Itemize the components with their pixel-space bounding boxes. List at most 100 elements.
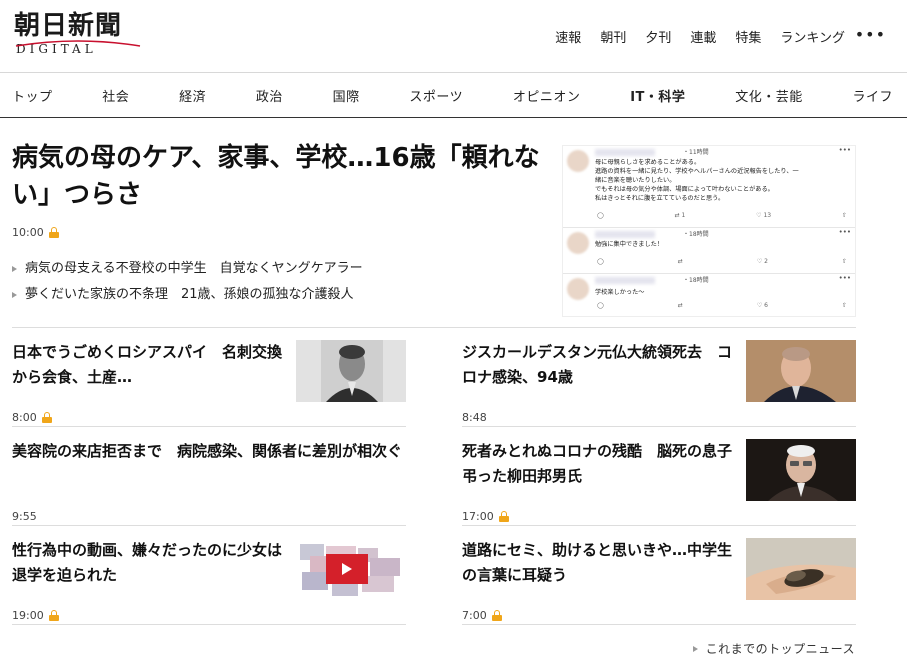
bullet-triangle-icon: [12, 292, 17, 298]
like-icon: ♡ 6: [756, 302, 768, 309]
article-divider: [12, 525, 406, 526]
section-divider: [12, 327, 856, 328]
nav-divider: [0, 117, 907, 118]
video-collage-icon: [296, 538, 406, 600]
more-top-news-link[interactable]: これまでのトップニュース: [692, 640, 855, 657]
related-link-text: 病気の母支える不登校の中学生 自覚なくヤングケアラー: [25, 261, 363, 276]
article-divider: [462, 624, 856, 625]
lock-icon: [491, 610, 502, 621]
more-horizontal-icon[interactable]: •••: [855, 27, 886, 43]
top-link-series[interactable]: 連載: [690, 27, 716, 46]
article-timestamp: 9:55: [12, 510, 37, 523]
article-title: 道路にセミ、助けると思いきや…中学生の言葉に耳疑う: [462, 541, 733, 584]
article-card[interactable]: ジスカールデスタン元仏大統領死去 コロナ感染、94歳 8:48: [462, 340, 856, 426]
retweet-icon: ⇄ 1: [674, 212, 686, 219]
logo-main-text: 朝日新聞: [14, 11, 123, 41]
top-link-ranking[interactable]: ランキング: [780, 27, 845, 46]
article-thumbnail: [746, 340, 856, 402]
portrait-photo-icon: [746, 439, 856, 501]
lock-icon: [48, 227, 59, 238]
article-card[interactable]: 美容院の来店拒否まで 病院感染、関係者に差別が相次ぐ 9:55: [12, 439, 406, 525]
tweet-actions: ◯ ⇄ 1 ♡ 13 ⇧: [597, 212, 847, 219]
article-time-text: 8:48: [462, 411, 487, 424]
retweet-icon: ⇄: [677, 302, 683, 309]
category-nav: トップ 社会 経済 政治 国際 スポーツ オピニオン IT・科学 文化・芸能 ラ…: [0, 73, 907, 117]
tweet: ・18時間 ••• 学校楽しかった〜 ◯ ⇄ ♡ 6 ⇧: [563, 274, 855, 316]
article-thumbnail: [296, 538, 406, 600]
nav-item-international[interactable]: 国際: [333, 86, 360, 105]
article-timestamp: 8:48: [462, 411, 487, 424]
cicada-photo-icon: [746, 538, 856, 600]
related-link[interactable]: 病気の母支える不登校の中学生 自覚なくヤングケアラー: [12, 256, 363, 282]
article-divider: [462, 525, 856, 526]
share-icon: ⇧: [841, 212, 847, 219]
more-top-news-text: これまでのトップニュース: [705, 642, 855, 656]
lead-time-text: 10:00: [12, 226, 44, 239]
tweet-actions: ◯ ⇄ ♡ 2 ⇧: [597, 258, 847, 265]
bullet-triangle-icon: [692, 645, 698, 652]
tweet-time: ・11時間: [683, 149, 709, 156]
tweet-actions: ◯ ⇄ ♡ 6 ⇧: [597, 302, 847, 309]
article-title: 美容院の来店拒否まで 病院感染、関係者に差別が相次ぐ: [12, 442, 403, 460]
article-timestamp: 19:00: [12, 609, 59, 622]
lead-image-tweets[interactable]: ・11時間 ••• 母に母親らしさを求めることがある。 進路の資料を一緒に見たり…: [562, 145, 856, 317]
article-thumbnail: [746, 439, 856, 501]
nav-item-society[interactable]: 社会: [102, 86, 129, 105]
article-title: ジスカールデスタン元仏大統領死去 コロナ感染、94歳: [462, 343, 733, 386]
portrait-photo-icon: [296, 340, 406, 402]
article-card[interactable]: 日本でうごめくロシアスパイ 名刺交換から会食、土産… 8:00: [12, 340, 406, 426]
nav-item-life[interactable]: ライフ: [852, 86, 893, 105]
article-thumbnail: [296, 340, 406, 402]
lead-timestamp: 10:00: [12, 226, 59, 239]
nav-item-economy[interactable]: 経済: [179, 86, 206, 105]
like-icon: ♡ 13: [756, 212, 772, 219]
lock-icon: [498, 511, 509, 522]
article-divider: [462, 426, 856, 427]
site-logo[interactable]: 朝日新聞 DIGITAL: [14, 12, 142, 58]
article-card[interactable]: 死者みとれぬコロナの残酷 脳死の息子弔った柳田邦男氏 17:00: [462, 439, 856, 525]
article-time-text: 9:55: [12, 510, 37, 523]
article-timestamp: 7:00: [462, 609, 502, 622]
blurred-username: [595, 149, 655, 156]
lead-headline[interactable]: 病気の母のケア、家事、学校…16歳「頼れない」つらさ: [12, 140, 552, 214]
like-count: 2: [764, 258, 768, 265]
avatar: [567, 232, 589, 254]
article-title: 性行為中の動画、嫌々だったのに少女は退学を迫られた: [12, 541, 283, 584]
top-link-features[interactable]: 特集: [735, 27, 761, 46]
nav-item-it-science[interactable]: IT・科学: [630, 86, 685, 105]
article-divider: [12, 426, 406, 427]
tweet-time: ・18時間: [683, 231, 709, 238]
nav-item-opinion[interactable]: オピニオン: [513, 86, 581, 105]
article-card[interactable]: 性行為中の動画、嫌々だったのに少女は退学を迫られた 19:00: [12, 538, 406, 624]
lock-icon: [48, 610, 59, 621]
top-link-breaking[interactable]: 速報: [555, 27, 581, 46]
top-link-morning[interactable]: 朝刊: [600, 27, 626, 46]
nav-item-sports[interactable]: スポーツ: [409, 86, 463, 105]
like-count: 6: [764, 302, 768, 309]
blurred-username: [595, 277, 655, 284]
retweet-icon: ⇄: [677, 258, 683, 265]
nav-item-top[interactable]: トップ: [12, 86, 53, 105]
tweet-text: 勉強に集中できました！: [595, 241, 664, 248]
like-count: 13: [763, 212, 772, 219]
related-link-text: 夢くだいた家族の不条理 21歳、孫娘の孤独な介護殺人: [25, 287, 354, 302]
top-links: 速報 朝刊 夕刊 連載 特集 ランキング: [536, 27, 845, 46]
tweet-menu-icon: •••: [838, 274, 851, 282]
reply-icon: ◯: [597, 302, 604, 309]
nav-item-politics[interactable]: 政治: [256, 86, 283, 105]
related-link[interactable]: 夢くだいた家族の不条理 21歳、孫娘の孤独な介護殺人: [12, 282, 363, 308]
tweet-text: 母に母親らしさを求めることがある。 進路の資料を一緒に見たり、学校やヘルパーさん…: [595, 159, 799, 202]
article-card[interactable]: 道路にセミ、助けると思いきや…中学生の言葉に耳疑う 7:00: [462, 538, 856, 624]
article-title: 死者みとれぬコロナの残酷 脳死の息子弔った柳田邦男氏: [462, 442, 733, 485]
tweet-menu-icon: •••: [838, 146, 851, 154]
article-time-text: 7:00: [462, 609, 487, 622]
avatar: [567, 278, 589, 300]
share-icon: ⇧: [841, 302, 847, 309]
top-link-evening[interactable]: 夕刊: [645, 27, 671, 46]
bullet-triangle-icon: [12, 266, 17, 272]
tweet: ・18時間 ••• 勉強に集中できました！ ◯ ⇄ ♡ 2 ⇧: [563, 228, 855, 274]
blurred-username: [595, 231, 655, 238]
lock-icon: [41, 412, 52, 423]
nav-item-culture[interactable]: 文化・芸能: [735, 86, 803, 105]
article-thumbnail: [746, 538, 856, 600]
